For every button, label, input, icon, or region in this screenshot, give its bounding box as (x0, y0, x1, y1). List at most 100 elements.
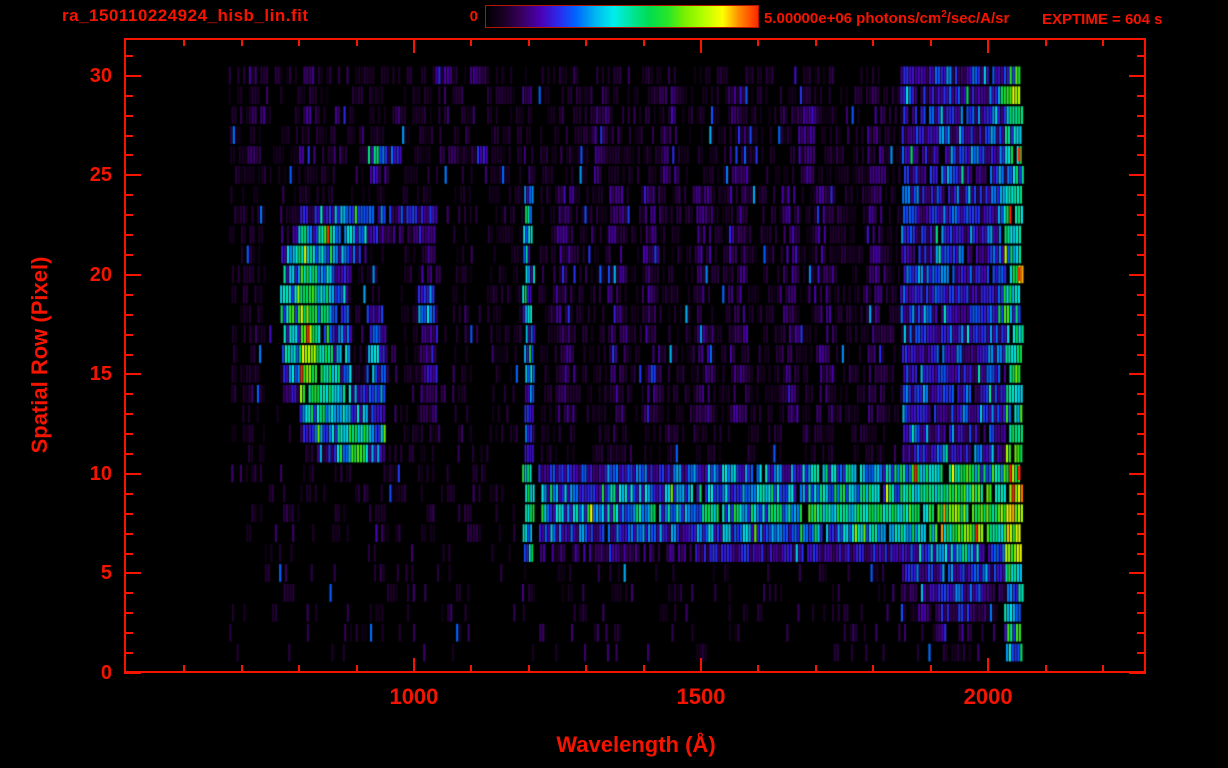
y-minor-tick (124, 413, 133, 416)
x-axis-title: Wavelength (Å) (556, 732, 716, 757)
x-minor-tick (355, 665, 358, 673)
y-minor-tick (1137, 632, 1146, 635)
y-tick-label: 5 (100, 562, 112, 585)
y-minor-tick (124, 313, 133, 316)
y-tick-label: 0 (100, 662, 112, 684)
x-minor-tick (240, 38, 243, 46)
x-minor-tick (814, 38, 817, 46)
colorbar-gradient (485, 5, 759, 28)
y-major-tick (1129, 273, 1146, 276)
file-title: ra_150110224924_hisb_lin.fit (62, 6, 309, 25)
y-minor-tick (1137, 652, 1146, 655)
colorbar-max-value: 5.00000e+06 (764, 10, 853, 27)
y-tick-label: 10 (89, 462, 112, 485)
y-major-tick (1129, 672, 1146, 674)
y-minor-tick (124, 353, 133, 356)
exptime-label: EXPTIME = 604 s (1042, 11, 1163, 28)
y-minor-tick (1137, 512, 1146, 515)
y-minor-tick (1137, 333, 1146, 336)
y-major-tick (1129, 373, 1146, 376)
y-minor-tick (124, 552, 133, 555)
colorbar-units-prefix: photons/cm (852, 10, 942, 27)
y-minor-tick (124, 652, 133, 655)
x-tick-label: 1000 (389, 684, 439, 709)
y-tick-label: 15 (89, 363, 112, 386)
y-minor-tick (1137, 453, 1146, 456)
y-major-tick (1129, 174, 1146, 177)
y-minor-tick (1137, 194, 1146, 197)
y-minor-tick (1137, 552, 1146, 555)
y-minor-tick (124, 453, 133, 456)
x-tick-label: 1500 (676, 684, 726, 709)
x-minor-tick (585, 665, 588, 673)
y-major-tick (124, 373, 141, 376)
x-minor-tick (183, 665, 186, 673)
x-minor-tick (585, 38, 588, 46)
x-major-tick (700, 38, 703, 53)
x-major-tick (700, 658, 703, 673)
y-minor-tick (1137, 154, 1146, 157)
y-minor-tick (1137, 54, 1146, 57)
y-minor-tick (1137, 532, 1146, 535)
x-minor-tick (470, 38, 473, 46)
y-tick-label: 30 (89, 64, 112, 87)
y-minor-tick (124, 612, 133, 615)
y-minor-tick (124, 134, 133, 137)
y-minor-tick (1137, 592, 1146, 595)
y-minor-tick (1137, 234, 1146, 237)
y-minor-tick (124, 293, 133, 296)
y-minor-tick (124, 592, 133, 595)
y-minor-tick (124, 632, 133, 635)
y-major-tick (1129, 74, 1146, 77)
y-minor-tick (1137, 293, 1146, 296)
x-tick-label: 2000 (963, 684, 1013, 709)
colorbar-units-suffix: /sec/A/sr (946, 10, 1010, 27)
y-minor-tick (124, 253, 133, 256)
x-minor-tick (527, 38, 530, 46)
x-minor-tick (757, 665, 760, 673)
y-axis-title: Spatial Row (Pixel) (27, 256, 52, 454)
y-minor-tick (1137, 393, 1146, 396)
y-minor-tick (124, 194, 133, 197)
x-minor-tick (929, 665, 932, 673)
plot-frame (124, 38, 1146, 673)
y-minor-tick (1137, 313, 1146, 316)
x-minor-tick (470, 665, 473, 673)
x-minor-tick (872, 38, 875, 46)
y-minor-tick (1137, 612, 1146, 615)
x-minor-tick (240, 665, 243, 673)
y-major-tick (124, 572, 141, 575)
y-minor-tick (1137, 214, 1146, 217)
y-minor-tick (1137, 413, 1146, 416)
x-minor-tick (872, 665, 875, 673)
y-minor-tick (124, 492, 133, 495)
y-minor-tick (124, 54, 133, 57)
y-major-tick (124, 74, 141, 77)
x-minor-tick (642, 665, 645, 673)
y-tick-label: 20 (89, 263, 112, 286)
x-major-tick (412, 38, 415, 53)
x-minor-tick (527, 665, 530, 673)
y-minor-tick (124, 333, 133, 336)
y-major-tick (124, 174, 141, 177)
y-major-tick (1129, 572, 1146, 575)
x-minor-tick (1044, 38, 1047, 46)
y-major-tick (124, 472, 141, 475)
y-minor-tick (124, 114, 133, 117)
x-minor-tick (183, 38, 186, 46)
y-minor-tick (1137, 353, 1146, 356)
y-major-tick (1129, 472, 1146, 475)
y-minor-tick (124, 532, 133, 535)
x-minor-tick (814, 665, 817, 673)
x-minor-tick (355, 38, 358, 46)
y-minor-tick (1137, 134, 1146, 137)
x-minor-tick (1101, 665, 1104, 673)
y-minor-tick (1137, 433, 1146, 436)
y-minor-tick (124, 393, 133, 396)
x-minor-tick (1044, 665, 1047, 673)
x-major-tick (412, 658, 415, 673)
colorbar-min-label: 0 (469, 8, 478, 25)
x-minor-tick (929, 38, 932, 46)
x-major-tick (987, 38, 990, 53)
y-minor-tick (124, 214, 133, 217)
